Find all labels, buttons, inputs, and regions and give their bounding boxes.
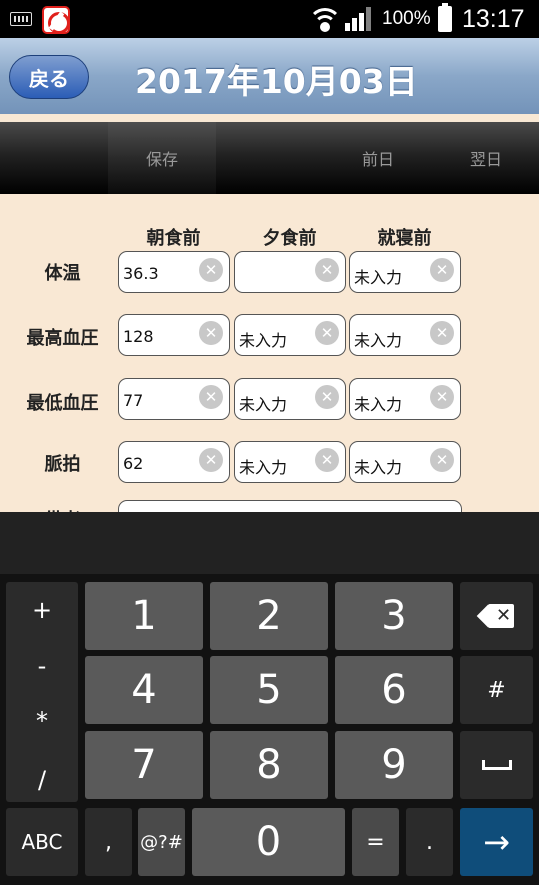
equals-key[interactable]: = <box>352 808 399 876</box>
key-8[interactable]: 8 <box>210 731 328 799</box>
battery-icon <box>438 3 452 32</box>
field-value: 未入力 <box>239 331 288 350</box>
clear-icon[interactable]: ✕ <box>315 448 339 472</box>
clock: 13:17 <box>462 5 525 33</box>
key-4[interactable]: 4 <box>85 656 203 724</box>
field-value: 128 <box>123 327 154 346</box>
page-title: 2017年10月03日 <box>135 62 418 101</box>
clear-icon[interactable]: ✕ <box>199 385 223 409</box>
clear-icon[interactable]: ✕ <box>199 448 223 472</box>
pulse-before-bed-input[interactable]: 未入力 ✕ <box>349 441 461 483</box>
clear-icon[interactable]: ✕ <box>199 258 223 282</box>
comma-key[interactable]: , <box>85 808 132 876</box>
previous-day-button[interactable]: 前日 <box>324 122 432 194</box>
divide-key[interactable]: / <box>6 766 78 794</box>
key-2[interactable]: 2 <box>210 582 328 650</box>
systolic-before-breakfast-input[interactable]: 128 ✕ <box>118 314 230 356</box>
plus-key[interactable]: + <box>6 596 78 624</box>
status-bar: 100% 13:17 <box>0 0 539 38</box>
clear-icon[interactable]: ✕ <box>315 385 339 409</box>
diastolic-before-dinner-input[interactable]: 未入力 ✕ <box>234 378 346 420</box>
notes-input[interactable] <box>118 500 462 512</box>
clear-icon[interactable]: ✕ <box>315 258 339 282</box>
key-0[interactable]: 0 <box>192 808 345 876</box>
row-label-pulse: 脈拍 <box>44 454 81 475</box>
symbols-key[interactable]: @?# <box>138 808 185 876</box>
field-value: 77 <box>123 391 144 410</box>
column-header-before-dinner: 夕食前 <box>262 228 317 249</box>
key-1[interactable]: 1 <box>85 582 203 650</box>
field-value: 未入力 <box>354 331 403 350</box>
header-bar: 戻る 2017年10月03日 <box>0 38 539 114</box>
next-day-button[interactable]: 翌日 <box>432 122 539 194</box>
temperature-before-dinner-input[interactable]: ✕ <box>234 251 346 293</box>
field-value: 未入力 <box>354 268 403 287</box>
row-label-systolic: 最高血圧 <box>26 328 99 349</box>
field-value: 未入力 <box>239 395 288 414</box>
pulse-before-dinner-input[interactable]: 未入力 ✕ <box>234 441 346 483</box>
battery-percentage: 100% <box>382 8 431 29</box>
keyboard-icon <box>10 12 32 26</box>
temperature-before-bed-input[interactable]: 未入力 ✕ <box>349 251 461 293</box>
column-header-before-bed: 就寝前 <box>377 228 432 249</box>
header-divider <box>0 114 539 122</box>
row-label-temperature: 体温 <box>44 263 81 284</box>
multiply-key[interactable]: * <box>6 707 78 735</box>
key-5[interactable]: 5 <box>210 656 328 724</box>
period-key[interactable]: . <box>406 808 453 876</box>
clear-icon[interactable]: ✕ <box>430 258 454 282</box>
app-notification-icon <box>42 6 70 34</box>
field-value: 未入力 <box>354 458 403 477</box>
keyboard-suggestion-strip <box>0 512 539 574</box>
diastolic-before-breakfast-input[interactable]: 77 ✕ <box>118 378 230 420</box>
systolic-before-dinner-input[interactable]: 未入力 ✕ <box>234 314 346 356</box>
clear-icon[interactable]: ✕ <box>430 448 454 472</box>
symbol-column: + - * / <box>6 582 78 802</box>
systolic-before-bed-input[interactable]: 未入力 ✕ <box>349 314 461 356</box>
wifi-icon <box>308 6 342 32</box>
clear-icon[interactable]: ✕ <box>430 385 454 409</box>
numeric-keyboard: + - * / 1 2 3 ✕ 4 5 6 # 7 8 9 ABC , @?# … <box>0 574 539 885</box>
diastolic-before-bed-input[interactable]: 未入力 ✕ <box>349 378 461 420</box>
save-button[interactable]: 保存 <box>108 122 216 194</box>
backspace-icon: ✕ <box>480 604 514 628</box>
key-6[interactable]: 6 <box>335 656 453 724</box>
enter-key[interactable]: → <box>460 808 533 876</box>
key-3[interactable]: 3 <box>335 582 453 650</box>
field-value: 未入力 <box>239 458 288 477</box>
key-7[interactable]: 7 <box>85 731 203 799</box>
abc-key[interactable]: ABC <box>6 808 78 876</box>
field-value: 36.3 <box>123 264 159 283</box>
back-button[interactable]: 戻る <box>9 55 89 99</box>
signal-icon <box>345 7 377 31</box>
pulse-before-breakfast-input[interactable]: 62 ✕ <box>118 441 230 483</box>
space-key[interactable] <box>460 731 533 799</box>
key-9[interactable]: 9 <box>335 731 453 799</box>
row-label-diastolic: 最低血圧 <box>26 393 99 414</box>
column-header-before-breakfast: 朝食前 <box>146 228 201 249</box>
clear-icon[interactable]: ✕ <box>430 321 454 345</box>
toolbar: 保存 前日 翌日 <box>0 122 539 194</box>
minus-key[interactable]: - <box>6 652 78 680</box>
vitals-form: 朝食前 夕食前 就寝前 体温 36.3 ✕ ✕ 未入力 ✕ 最高血圧 128 ✕… <box>0 194 539 512</box>
temperature-before-breakfast-input[interactable]: 36.3 ✕ <box>118 251 230 293</box>
clear-icon[interactable]: ✕ <box>315 321 339 345</box>
backspace-key[interactable]: ✕ <box>460 582 533 650</box>
field-value: 62 <box>123 454 144 473</box>
clear-icon[interactable]: ✕ <box>199 321 223 345</box>
field-value: 未入力 <box>354 395 403 414</box>
hash-key[interactable]: # <box>460 656 533 724</box>
space-icon <box>481 760 512 770</box>
